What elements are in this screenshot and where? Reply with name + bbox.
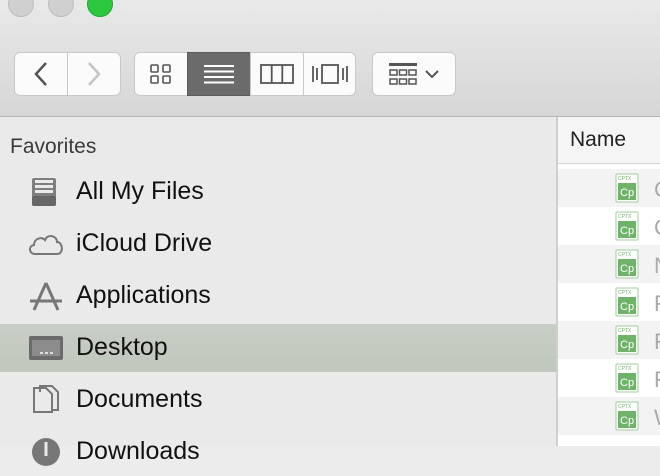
sidebar-section-title: Favorites [10,135,97,158]
cover-flow-icon [311,64,348,84]
svg-text:CPTX: CPTX [618,404,632,410]
svg-text:Cp: Cp [620,187,634,199]
sidebar-item-all-my-files[interactable]: All My Files [0,168,556,216]
svg-text:CPTX: CPTX [618,366,632,372]
minimize-window-button[interactable] [48,0,74,17]
documents-icon [33,385,59,413]
chevron-left-icon [34,62,47,86]
svg-text:CPTX: CPTX [618,214,632,220]
list-view-icon [204,65,234,84]
sidebar-item-downloads[interactable]: Downloads [0,428,556,476]
cptx-file-icon: CPTX Cp [615,325,639,355]
svg-text:Cp: Cp [620,415,634,427]
desktop-icon [29,336,63,360]
svg-text:CPTX: CPTX [618,290,632,296]
file-name: C [654,177,660,203]
table-row[interactable]: CPTX Cp F [558,359,660,397]
chevron-right-icon [88,62,101,86]
cover-flow-view-button[interactable] [303,52,356,96]
cptx-file-icon: CPTX Cp [615,211,639,241]
cptx-file-icon: CPTX Cp [615,287,639,317]
sidebar-item-documents[interactable]: Documents [0,376,556,424]
svg-text:Cp: Cp [620,339,634,351]
close-window-button[interactable] [8,0,34,17]
file-name: W [654,405,660,431]
sidebar: Favorites All My Files iCloud Drive Appl… [0,117,556,466]
file-name: F [654,367,660,393]
column-view-button[interactable] [250,52,304,96]
forward-button[interactable] [67,52,121,96]
table-row[interactable]: CPTX Cp W [558,397,660,435]
name-column-header[interactable]: Name [558,117,660,164]
cptx-file-icon: CPTX Cp [615,249,639,279]
sidebar-item-desktop[interactable]: Desktop [0,324,556,372]
chevron-down-icon [425,70,439,79]
file-name: F [654,291,660,317]
cptx-file-icon: CPTX Cp [615,363,639,393]
sidebar-item-label: Documents [76,385,203,413]
file-name: F [654,329,660,355]
svg-text:Cp: Cp [620,377,634,389]
file-name: C [654,215,660,241]
svg-text:CPTX: CPTX [618,328,632,334]
list-view-button[interactable] [187,52,251,96]
table-row[interactable]: CPTX Cp F [558,321,660,359]
cptx-file-icon: CPTX Cp [615,173,639,203]
arrange-grid-icon [389,63,417,85]
back-button[interactable] [14,52,68,96]
sidebar-item-label: Downloads [76,437,200,465]
table-row[interactable]: CPTX Cp N [558,245,660,283]
cptx-file-icon: CPTX Cp [615,401,639,431]
table-row[interactable]: CPTX Cp F [558,283,660,321]
arrange-button[interactable] [372,52,456,96]
zoom-window-button[interactable] [87,0,113,17]
window-toolbar [0,0,660,117]
downloads-icon [32,438,60,466]
svg-text:Cp: Cp [620,301,634,313]
file-list: Name CPTX Cp C CPTX Cp C CPTX Cp N [558,117,660,446]
column-view-icon [260,64,294,84]
sidebar-item-label: iCloud Drive [76,229,213,257]
table-row[interactable]: CPTX Cp C [558,169,660,207]
applications-icon [30,282,62,311]
sidebar-item-label: All My Files [76,177,204,205]
sidebar-item-icloud-drive[interactable]: iCloud Drive [0,220,556,268]
svg-text:CPTX: CPTX [618,252,632,258]
icon-view-icon [150,64,171,84]
all-files-icon [32,178,56,206]
sidebar-item-label: Desktop [76,333,168,361]
svg-text:Cp: Cp [620,263,634,275]
svg-text:Cp: Cp [620,225,634,237]
file-name: N [654,253,660,279]
sidebar-item-applications[interactable]: Applications [0,272,556,320]
sidebar-item-label: Applications [76,281,211,309]
table-row[interactable]: CPTX Cp C [558,207,660,245]
cloud-icon [29,235,63,255]
icon-view-button[interactable] [134,52,188,96]
svg-text:CPTX: CPTX [618,176,632,182]
column-header-label: Name [570,128,627,151]
